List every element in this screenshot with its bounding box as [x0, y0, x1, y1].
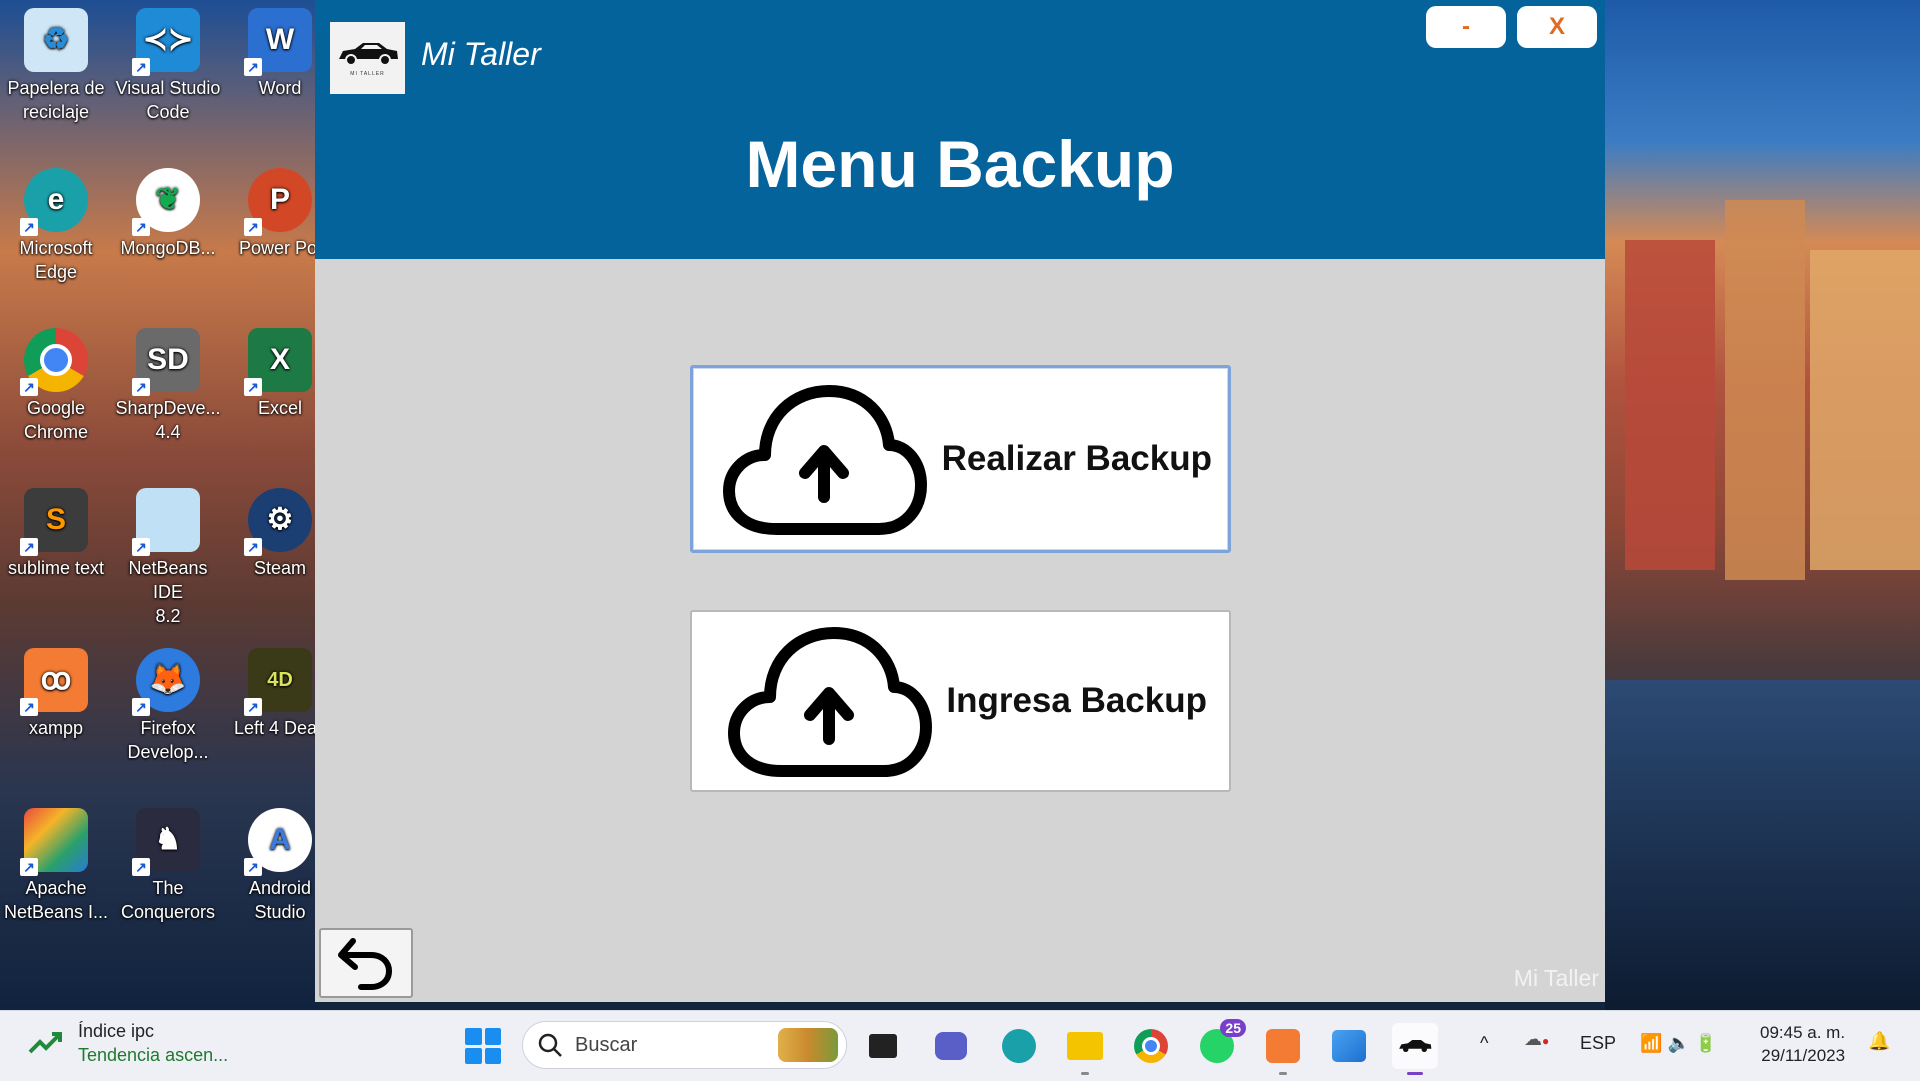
app-logo: MI TALLER — [330, 22, 405, 94]
start-button[interactable] — [465, 1028, 501, 1064]
taskbar-search[interactable]: Buscar — [522, 1021, 847, 1069]
network-volume-battery[interactable]: 📶 🔈 🔋 — [1640, 1033, 1717, 1054]
volume-icon: 🔈 — [1667, 1033, 1690, 1053]
desktop-wallpaper-right — [1605, 0, 1920, 1010]
cloud-upload-icon — [728, 627, 932, 777]
show-hidden-icons-button[interactable]: ^ — [1480, 1033, 1488, 1054]
close-button[interactable]: X — [1517, 6, 1597, 48]
trend-up-icon — [28, 1032, 62, 1054]
left4dead-icon: 4D ↗ — [244, 648, 312, 716]
clock[interactable]: 09:45 a. m. 29/11/2023 — [1760, 1021, 1845, 1067]
app-window: MI TALLER Mi Taller Menu Backup - X Real… — [315, 0, 1605, 1002]
search-placeholder: Buscar — [575, 1033, 638, 1056]
desktop-icon-edge[interactable]: e ↗ Microsoft Edge — [0, 160, 112, 284]
xampp-icon — [1266, 1029, 1300, 1063]
edge-icon: e ↗ — [20, 168, 88, 236]
app-title: Mi Taller — [421, 36, 541, 72]
desktop-icon-xampp[interactable]: ꝏ ↗ xampp — [0, 640, 112, 740]
desktop-icon-sublime[interactable]: S ↗ sublime text — [0, 480, 112, 580]
windows-logo-icon — [465, 1028, 482, 1045]
desktop-icon-sharpdevelop[interactable]: SD ↗ SharpDeve... 4.4 — [112, 320, 224, 444]
undo-arrow-icon — [338, 938, 393, 990]
desktop-icon-conquerors[interactable]: ♞ ↗ The Conquerors — [112, 800, 224, 924]
chrome-icon: ↗ — [20, 328, 88, 396]
taskbar-edge[interactable] — [996, 1023, 1042, 1069]
desktop-icon-apache-netbeans[interactable]: ↗ Apache NetBeans I... — [0, 800, 112, 924]
taskbar-xampp[interactable] — [1260, 1023, 1306, 1075]
search-icon — [538, 1033, 562, 1057]
firefox-dev-icon: 🦊 ↗ — [132, 648, 200, 716]
word-icon: W ↗ — [244, 8, 312, 76]
netbeans-icon: ↗ — [132, 488, 200, 556]
battery-icon: 🔋 — [1694, 1033, 1718, 1053]
language-indicator[interactable]: ESP — [1580, 1033, 1616, 1054]
steam-icon: ⚙ ↗ — [244, 488, 312, 556]
sublime-icon: S ↗ — [20, 488, 88, 556]
search-highlight-image — [778, 1028, 838, 1062]
task-view-button[interactable] — [860, 1023, 906, 1069]
footer-brand: Mi Taller — [1513, 965, 1599, 991]
task-view-icon — [869, 1034, 897, 1058]
realizar-backup-button[interactable]: Realizar Backup — [690, 365, 1231, 553]
clock-date: 29/11/2023 — [1761, 1046, 1846, 1065]
taskbar-teams[interactable] — [928, 1023, 974, 1069]
cloud-upload-icon — [723, 385, 927, 535]
onedrive-status[interactable]: ☁● — [1524, 1029, 1549, 1050]
car-icon — [338, 43, 398, 66]
ingresa-backup-label: Ingresa Backup — [946, 681, 1207, 720]
widget-title: Índice ipc — [78, 1021, 155, 1041]
desktop-icon-recycle-bin[interactable]: ♻ Papelera de reciclaje — [0, 0, 112, 124]
desktop-icon-vscode[interactable]: ≺≻ ↗ Visual Studio Code — [112, 0, 224, 124]
taskbar: Índice ipc Tendencia ascen... Buscar 25 — [0, 1010, 1920, 1081]
page-title: Menu Backup — [745, 127, 1175, 201]
wifi-icon: 📶 — [1640, 1033, 1663, 1053]
xampp-icon: ꝏ ↗ — [20, 648, 88, 716]
car-icon — [1399, 1040, 1432, 1052]
logo-caption: MI TALLER — [350, 71, 385, 77]
taskbar-chrome[interactable] — [1128, 1023, 1174, 1069]
desktop-icon-netbeans[interactable]: ↗ NetBeans IDE 8.2 — [112, 480, 224, 628]
chevron-up-icon: ^ — [1480, 1033, 1489, 1053]
desktop-icon-firefox-dev[interactable]: 🦊 ↗ Firefox Develop... — [112, 640, 224, 764]
realizar-backup-label: Realizar Backup — [941, 439, 1212, 478]
desktop-icon-chrome[interactable]: ↗ Google Chrome — [0, 320, 112, 444]
whatsapp-badge: 25 — [1220, 1019, 1246, 1037]
taskbar-file-explorer[interactable] — [1062, 1023, 1108, 1075]
bell-icon: 🔔 — [1868, 1031, 1891, 1051]
clock-time: 09:45 a. m. — [1760, 1023, 1846, 1042]
taskbar-photos[interactable] — [1326, 1023, 1372, 1069]
powerpoint-icon: P ↗ — [244, 168, 312, 236]
conquerors-icon: ♞ ↗ — [132, 808, 200, 876]
notifications-button[interactable]: 🔔 — [1868, 1031, 1890, 1052]
excel-icon: X ↗ — [244, 328, 312, 396]
widget-subtitle: Tendencia ascen... — [78, 1045, 229, 1065]
window-header: MI TALLER Mi Taller Menu Backup - X — [315, 0, 1605, 259]
folder-icon — [1067, 1032, 1103, 1060]
taskbar-mi-taller[interactable] — [1392, 1023, 1438, 1075]
apache-netbeans-icon: ↗ — [20, 808, 88, 876]
mongodb-icon: ❦ ↗ — [132, 168, 200, 236]
taskbar-whatsapp[interactable]: 25 — [1194, 1019, 1246, 1069]
desktop-icon-mongodb[interactable]: ❦ ↗ MongoDB... — [112, 160, 224, 260]
back-button[interactable] — [319, 928, 413, 998]
sharpdevelop-icon: SD ↗ — [132, 328, 200, 396]
edge-icon — [1002, 1029, 1036, 1063]
vscode-icon: ≺≻ ↗ — [132, 8, 200, 76]
teams-chat-icon — [935, 1032, 967, 1060]
photos-icon — [1332, 1030, 1366, 1062]
chrome-icon — [1134, 1029, 1168, 1063]
ingresa-backup-button[interactable]: Ingresa Backup — [690, 610, 1231, 792]
minimize-button[interactable]: - — [1426, 6, 1506, 48]
cloud-error-icon: ☁● — [1524, 1029, 1550, 1049]
stock-widget[interactable]: Índice ipc Tendencia ascen... — [28, 1019, 228, 1067]
desktop-icons: ♻ Papelera de reciclaje ≺≻ ↗ Visual Studi… — [0, 0, 326, 1010]
android-studio-icon: A ↗ — [244, 808, 312, 876]
recycle-bin-icon: ♻ — [24, 8, 88, 72]
